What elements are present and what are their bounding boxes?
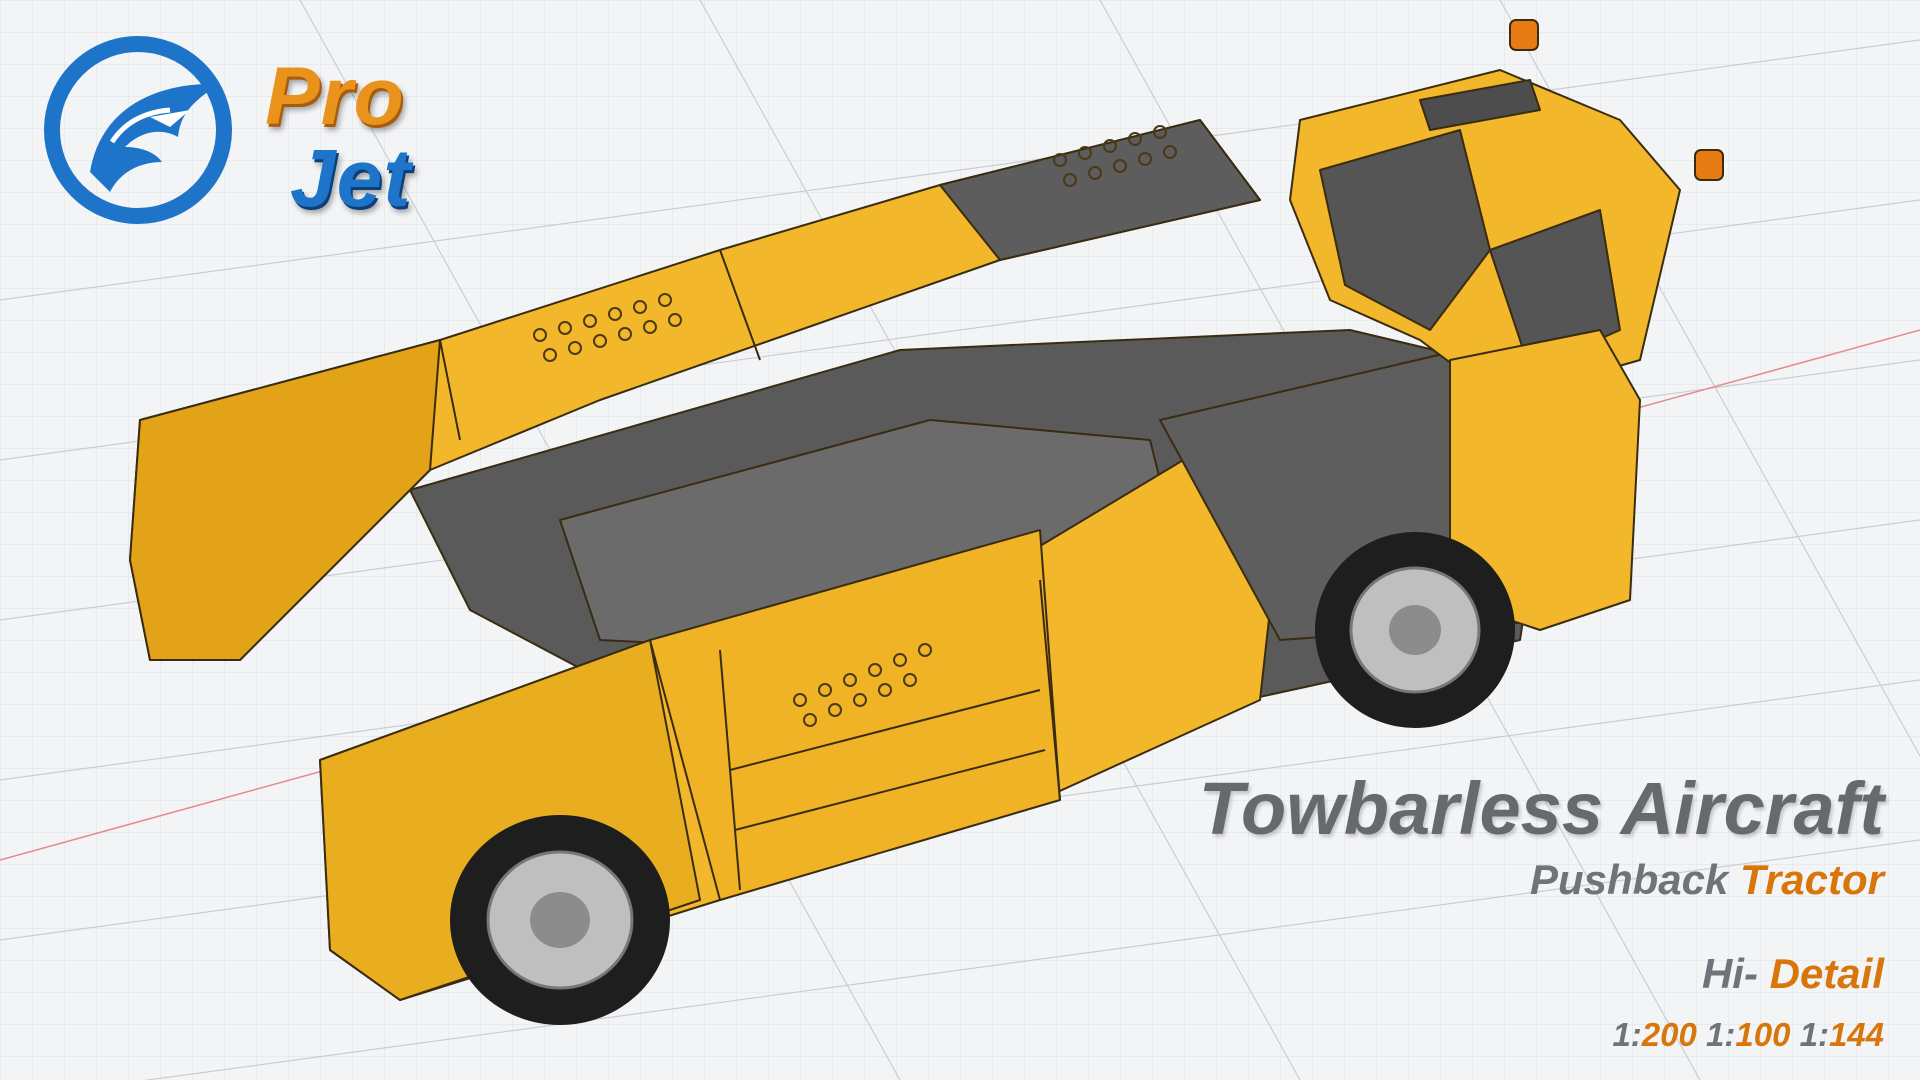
beacon-front [1694, 149, 1724, 181]
scale-item: 1:100 [1706, 1015, 1791, 1053]
subtitle-tractor: Tractor [1740, 855, 1884, 903]
product-title: Towbarless Aircraft [1198, 767, 1884, 850]
scale-list: 1:200 1:100 1:144 [1199, 1016, 1884, 1054]
detail-word: Detail [1769, 949, 1884, 997]
detail-label: Hi- Detail [1199, 950, 1884, 998]
product-subtitle: Pushback Tractor [1199, 856, 1884, 904]
beacon-rear [1509, 19, 1539, 51]
subtitle-pushback: Pushback [1529, 855, 1729, 903]
front-left-wheel [450, 815, 670, 1025]
scale-item: 1:144 [1799, 1015, 1884, 1053]
product-captions: Towbarless Aircraft Pushback Tractor Hi-… [1199, 770, 1884, 1054]
front-right-wheel [1315, 532, 1515, 728]
detail-hi: Hi- [1701, 949, 1758, 997]
scale-item: 1:200 [1612, 1015, 1697, 1053]
